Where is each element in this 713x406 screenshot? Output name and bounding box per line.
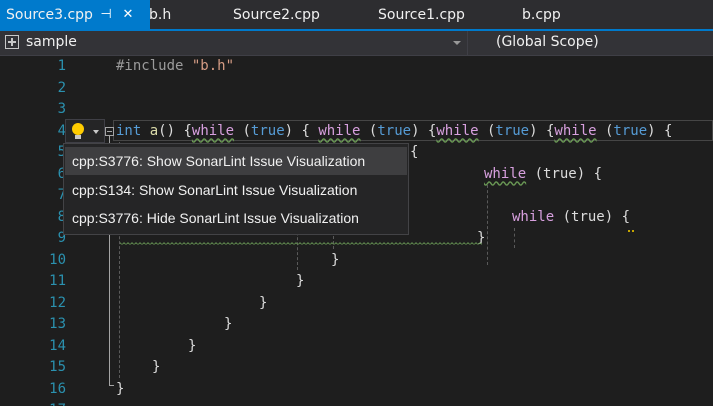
loop-condition: (true) { bbox=[562, 208, 631, 225]
outline-guide-end bbox=[109, 385, 114, 386]
issue-squiggle bbox=[120, 242, 482, 246]
closing-brace: } bbox=[116, 380, 125, 397]
indent-guide bbox=[514, 228, 515, 248]
pin-icon[interactable]: ⊣ bbox=[96, 0, 116, 31]
line-number: 8 bbox=[57, 208, 66, 225]
preprocessor-directive: #include bbox=[116, 58, 184, 74]
project-name: sample bbox=[26, 34, 77, 50]
scope-dropdown[interactable]: (Global Scope) bbox=[468, 31, 713, 55]
bool-literal: true bbox=[250, 122, 285, 139]
close-icon[interactable]: ✕ bbox=[120, 0, 136, 31]
closing-brace: } bbox=[188, 337, 197, 354]
suggestion-marker bbox=[628, 224, 634, 232]
loop-keyword: while bbox=[554, 122, 597, 139]
bool-literal: true bbox=[495, 122, 530, 139]
line-number: 10 bbox=[49, 251, 66, 268]
tab-b-cpp[interactable]: b.cpp bbox=[522, 0, 582, 31]
line-number: 16 bbox=[49, 380, 66, 397]
tab-label: Source1.cpp bbox=[378, 7, 465, 23]
loop-keyword: while bbox=[191, 122, 235, 139]
closing-brace: } bbox=[224, 316, 233, 332]
closing-brace: } bbox=[331, 251, 340, 268]
quick-actions-button[interactable] bbox=[65, 119, 105, 143]
code-line-1: #include "b.h" bbox=[116, 56, 234, 78]
line-number: 4 bbox=[57, 122, 66, 139]
closing-brace: } bbox=[152, 359, 161, 375]
line-number: 7 bbox=[57, 187, 66, 203]
line-number: 2 bbox=[57, 79, 66, 96]
type-keyword: int bbox=[116, 122, 142, 139]
line-number: 3 bbox=[57, 101, 66, 117]
tab-label: Source3.cpp bbox=[6, 7, 93, 23]
navigation-bar: sample (Global Scope) bbox=[0, 31, 713, 56]
chevron-down-icon bbox=[453, 41, 461, 45]
code-line-5-brace: { bbox=[410, 142, 418, 164]
chevron-down-icon bbox=[93, 130, 99, 134]
tab-b-h[interactable]: b.h bbox=[149, 0, 189, 31]
tab-source2-cpp[interactable]: Source2.cpp bbox=[233, 0, 333, 31]
tab-label: Source2.cpp bbox=[233, 7, 320, 23]
line-number: 14 bbox=[49, 337, 66, 354]
function-parens: () { bbox=[158, 122, 192, 139]
tab-source3-cpp[interactable]: Source3.cpp ⊣ ✕ bbox=[0, 0, 150, 31]
bool-literal: true bbox=[377, 122, 412, 139]
lightbulb-icon bbox=[72, 123, 84, 139]
line-number: 12 bbox=[49, 294, 66, 311]
quick-action-item[interactable]: cpp:S3776: Hide SonarLint Issue Visualiz… bbox=[65, 204, 407, 232]
quick-actions-menu: cpp:S3776: Show SonarLint Issue Visualiz… bbox=[63, 143, 409, 235]
loop-keyword: while bbox=[484, 165, 527, 182]
tab-label: b.h bbox=[149, 7, 172, 23]
outline-collapse-icon[interactable] bbox=[105, 127, 114, 136]
line-number: 1 bbox=[57, 58, 66, 74]
loop-keyword: while bbox=[318, 122, 361, 139]
loop-condition: (true) { bbox=[534, 165, 603, 182]
code-line-6: while (true) { bbox=[484, 164, 602, 186]
code-line-8: while (true) { bbox=[512, 207, 630, 229]
document-tab-strip: Source3.cpp ⊣ ✕ b.h Source2.cpp Source1.… bbox=[0, 0, 713, 31]
include-file: "b.h" bbox=[191, 58, 235, 74]
code-line-4: int a() {while (true) { while (true) {wh… bbox=[116, 122, 673, 139]
line-number: 6 bbox=[57, 165, 66, 182]
quick-action-item[interactable]: cpp:S134: Show SonarLint Issue Visualiza… bbox=[65, 176, 407, 204]
tab-source1-cpp[interactable]: Source1.cpp bbox=[378, 0, 478, 31]
line-number: 11 bbox=[49, 273, 66, 289]
line-number: 9 bbox=[57, 230, 66, 246]
indent-guide bbox=[487, 185, 488, 265]
loop-keyword: while bbox=[436, 122, 479, 139]
closing-brace: } bbox=[477, 230, 486, 246]
closing-brace: } bbox=[296, 273, 305, 289]
loop-keyword: while bbox=[512, 208, 555, 225]
line-number: 17 bbox=[30, 400, 66, 406]
tab-label: b.cpp bbox=[522, 7, 561, 23]
visual-studio-editor-window: Source3.cpp ⊣ ✕ b.h Source2.cpp Source1.… bbox=[0, 0, 713, 406]
line-number: 15 bbox=[49, 359, 66, 375]
brace: { bbox=[410, 144, 419, 160]
scope-name: (Global Scope) bbox=[496, 34, 599, 50]
cpp-project-icon bbox=[5, 35, 19, 49]
line-number: 5 bbox=[57, 144, 66, 160]
closing-brace: } bbox=[259, 294, 268, 311]
project-dropdown[interactable]: sample bbox=[0, 31, 468, 55]
quick-action-item[interactable]: cpp:S3776: Show SonarLint Issue Visualiz… bbox=[65, 147, 407, 175]
function-name: a bbox=[149, 122, 159, 139]
line-number: 13 bbox=[49, 316, 66, 332]
bool-literal: true bbox=[613, 122, 648, 139]
